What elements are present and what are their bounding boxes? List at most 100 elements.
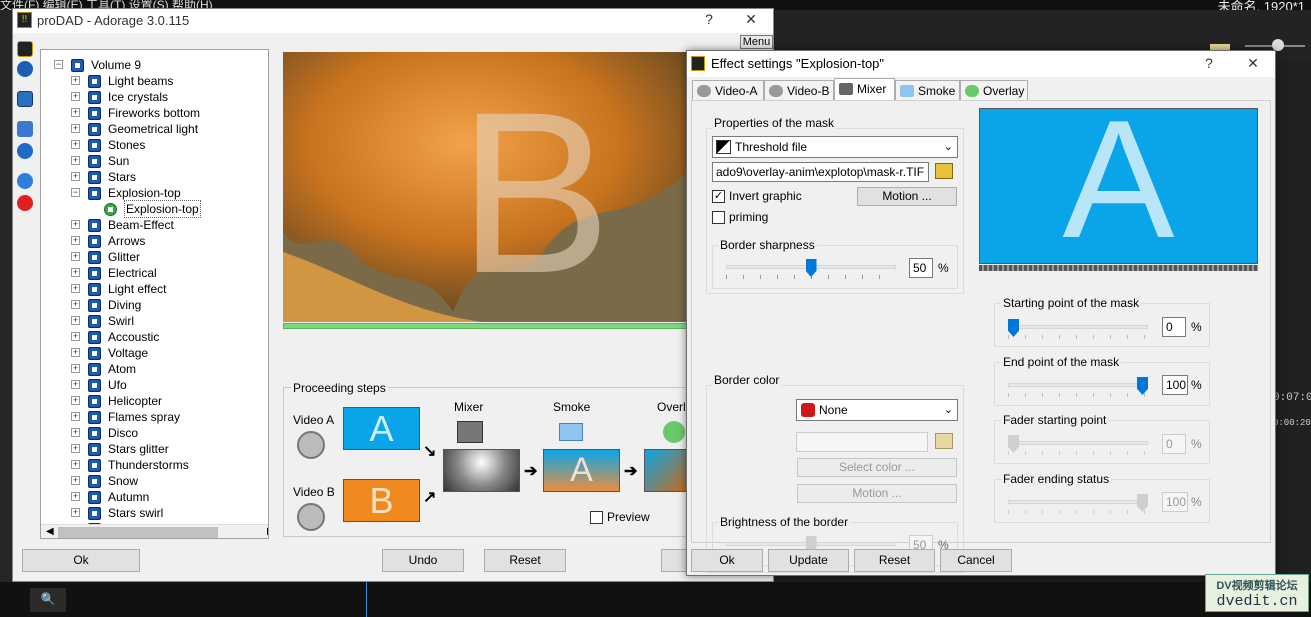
search-icon[interactable]: 🔍 [30,588,66,612]
mask-type-combo[interactable]: Threshold file ⌄ [712,136,958,158]
delete-icon[interactable] [17,195,33,211]
expand-icon[interactable]: + [71,476,80,485]
reset-button[interactable]: Reset [484,549,566,572]
expand-icon[interactable]: + [71,460,80,469]
playhead[interactable] [366,582,367,617]
video-preview[interactable]: B [283,52,687,322]
mixer-panel: Properties of the mask Threshold file ⌄ a… [691,95,1271,573]
collapse-icon[interactable]: − [54,60,63,69]
tab-mixer[interactable]: Mixer [834,78,895,101]
fader-end-track[interactable] [1008,500,1148,504]
folder-icon [88,363,101,376]
expand-icon[interactable]: + [71,380,80,389]
border-color-combo[interactable]: None ⌄ [796,399,958,421]
expand-icon[interactable]: + [71,172,80,181]
tree-item-label: Volume 9 [91,58,142,72]
expand-icon[interactable]: + [71,444,80,453]
smoke-thumbnail[interactable]: A [543,449,620,492]
expand-icon[interactable]: + [71,300,80,309]
expand-icon[interactable]: + [71,332,80,341]
expand-icon[interactable]: + [71,492,80,501]
close-button[interactable]: ✕ [1239,55,1267,75]
settings-icon[interactable] [17,143,33,159]
folder-icon[interactable] [935,163,953,179]
timecode-small: 0:00:20 [1273,418,1311,428]
expand-icon[interactable]: + [71,284,80,293]
update-button[interactable]: Update [768,549,849,572]
ok-button[interactable]: Ok [22,549,140,572]
expand-icon[interactable]: + [71,348,80,357]
expand-icon[interactable]: + [71,396,80,405]
expand-icon[interactable]: + [71,364,80,373]
tree-item-label: Swirl [108,314,134,328]
fader-end-value[interactable]: 100 [1162,492,1188,512]
collapse-icon[interactable]: − [71,188,80,197]
reset-button[interactable]: Reset [854,549,935,572]
logo-icon[interactable] [17,41,33,57]
end-point-value[interactable]: 100 [1162,375,1188,395]
end-point-track[interactable] [1008,383,1148,387]
expand-icon[interactable]: + [71,236,80,245]
tree-item-label: Stones [108,138,146,152]
timecode: 0:07:06 [1273,392,1311,404]
fader-start-value[interactable]: 0 [1162,434,1186,454]
tab-video-b[interactable]: Video-B [764,80,834,101]
scroll-right-icon[interactable]: ▶ [267,526,268,537]
help-button[interactable]: ? [1195,55,1223,75]
folder-icon[interactable] [935,433,953,449]
border-motion-button[interactable]: Motion ... [797,484,957,503]
binoculars-icon[interactable] [17,121,33,137]
start-point-track[interactable] [1008,325,1148,329]
preview-progress-bar[interactable] [283,323,687,329]
expand-icon[interactable]: + [71,428,80,437]
undo-button[interactable]: Undo [382,549,464,572]
expand-icon[interactable]: + [71,508,80,517]
tree-hscroll-thumb[interactable] [58,527,218,538]
tab-video-a[interactable]: Video-A [692,80,764,101]
mask-motion-button[interactable]: Motion ... [857,187,957,206]
expand-icon[interactable]: + [71,268,80,277]
combo-value: Threshold file [735,140,808,154]
effect-tree[interactable]: − Volume 9 + Light beams + Ice crystals + Firew… [40,49,269,539]
globe-icon[interactable] [17,173,33,189]
expand-icon[interactable]: + [71,252,80,261]
expand-icon[interactable]: + [71,76,80,85]
arrow-icon: ➔ [624,463,638,480]
film-reel-icon [297,431,325,459]
start-point-value[interactable]: 0 [1162,317,1186,337]
expand-icon[interactable]: + [71,124,80,133]
mixer-thumbnail[interactable] [443,449,520,492]
scroll-left-icon[interactable]: ◀ [46,526,54,537]
expand-icon[interactable]: + [71,220,80,229]
ok-button[interactable]: Ok [691,549,763,572]
border-sharpness-value[interactable]: 50 [909,258,933,278]
tree-item-label: Diving [108,298,142,312]
expand-icon[interactable]: + [71,156,80,165]
watermark: DV视频剪辑论坛 dvedit.cn [1205,574,1309,612]
invert-graphic-checkbox[interactable]: ✓ [712,190,725,203]
smoke-icon [900,85,914,97]
expand-icon[interactable]: + [71,92,80,101]
preview-checkbox[interactable] [590,511,603,524]
video-b-thumbnail[interactable]: B [343,479,420,522]
expand-icon[interactable]: + [71,140,80,149]
adorage-window: !! proDAD - Adorage 3.0.115 ? ✕ Menu − Vo… [12,8,774,582]
menu-button[interactable]: Menu [740,35,773,49]
cancel-button[interactable]: Cancel [940,549,1012,572]
monitor-icon[interactable] [17,91,33,107]
close-button[interactable]: ✕ [737,11,765,31]
expand-icon[interactable]: + [71,412,80,421]
tab-smoke[interactable]: Smoke [895,80,960,101]
mask-file-path[interactable]: ado9\overlay-anim\explotop\mask-r.TIF [712,162,929,182]
overlay-thumbnail[interactable] [644,449,688,492]
preview-position-bar[interactable] [979,265,1258,271]
expand-icon[interactable]: + [71,108,80,117]
help-icon[interactable] [17,61,33,77]
video-a-thumbnail[interactable]: A [343,407,420,450]
help-button[interactable]: ? [695,11,723,31]
priming-checkbox[interactable] [712,211,725,224]
fader-start-track[interactable] [1008,441,1148,445]
expand-icon[interactable]: + [71,316,80,325]
select-color-button[interactable]: Select color ... [797,458,957,477]
tree-item-label: Atom [108,362,137,376]
